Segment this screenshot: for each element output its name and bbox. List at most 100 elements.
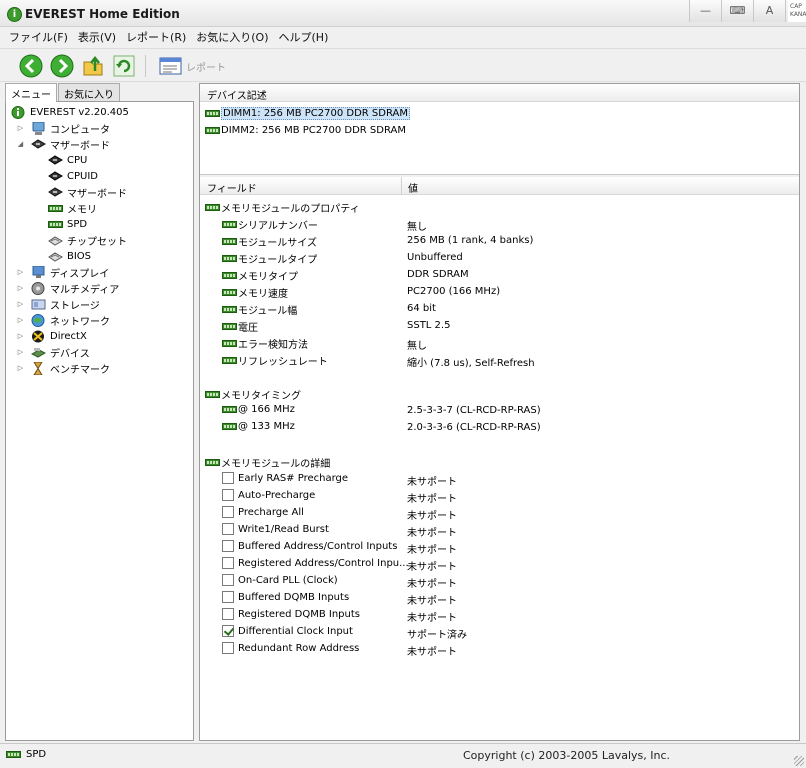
expand-multimedia-icon[interactable]: ▷ (16, 284, 25, 293)
tree-item-benchmark[interactable]: ベンチマーク (31, 360, 110, 376)
checkbox-checked[interactable] (222, 625, 234, 637)
expand-benchmark-icon[interactable]: ▷ (16, 364, 25, 373)
tree-item-display[interactable]: ディスプレイ (31, 264, 109, 280)
everest-logo-icon: i (7, 7, 22, 22)
tree-item-devices[interactable]: デバイス (30, 344, 90, 360)
feature-row[interactable]: Auto-Precharge 未サポート (200, 487, 799, 505)
feature-row[interactable]: Differential Clock Input サポート済み (200, 623, 799, 641)
report-button[interactable] (158, 54, 184, 78)
checkbox[interactable] (222, 574, 234, 586)
expand-devices-icon[interactable]: ▷ (16, 348, 25, 357)
tree-item-computer[interactable]: コンピュータ (31, 120, 110, 136)
feature-row[interactable]: Buffered DQMB Inputs 未サポート (200, 589, 799, 607)
device-column-header[interactable]: デバイス記述 (207, 87, 267, 102)
minimize-button[interactable]: — (690, 0, 722, 22)
field-label: モジュールタイプ (238, 255, 318, 266)
tree-item-label: ネットワーク (50, 316, 110, 328)
tree-item-label: CPU (67, 154, 88, 166)
resize-grip[interactable] (794, 756, 804, 766)
field-label: Early RAS# Precharge (238, 472, 349, 484)
property-row[interactable]: 電圧 SSTL 2.5 (200, 317, 799, 334)
ime-icon[interactable]: A (754, 0, 786, 22)
device-row-dimm1[interactable]: DIMM1: 256 MB PC2700 DDR SDRAM (205, 106, 410, 121)
memory-icon (48, 202, 63, 215)
checkbox[interactable] (222, 642, 234, 654)
feature-row[interactable]: On-Card PLL (Clock) 未サポート (200, 572, 799, 590)
feature-row[interactable]: Redundant Row Address 未サポート (200, 640, 799, 658)
tree-root[interactable]: EVEREST v2.20.405 (11, 104, 129, 120)
property-row[interactable]: メモリ速度 PC2700 (166 MHz) (200, 283, 799, 300)
tree-item-directx[interactable]: DirectX (31, 328, 87, 344)
property-row[interactable]: エラー検知方法 無し (200, 334, 799, 352)
checkbox[interactable] (222, 472, 234, 484)
field-column-header[interactable]: フィールド (207, 180, 257, 195)
navigation-tree: EVEREST v2.20.405 ▷ コンピュータ ◢ マザーボード CPU (5, 101, 194, 741)
checkbox[interactable] (222, 591, 234, 603)
bios-icon (48, 250, 64, 263)
tree-item-cpuid[interactable]: CPUID (48, 168, 98, 184)
value-column-header[interactable]: 値 (408, 180, 418, 195)
tree-item-storage[interactable]: ストレージ (31, 296, 100, 312)
feature-row[interactable]: Buffered Address/Control Inputs 未サポート (200, 538, 799, 556)
tree-item-memory[interactable]: メモリ (48, 200, 97, 216)
back-arrow-icon (19, 54, 43, 78)
feature-row[interactable]: Early RAS# Precharge 未サポート (200, 470, 799, 488)
expand-directx-icon[interactable]: ▷ (16, 332, 25, 341)
feature-row[interactable]: Precharge All 未サポート (200, 504, 799, 522)
tree-item-spd[interactable]: SPD (48, 216, 87, 232)
up-folder-button[interactable] (82, 54, 106, 78)
ime-kana-label: KANA (790, 11, 806, 18)
cpuid-icon (48, 170, 64, 183)
memory-icon (222, 323, 237, 330)
device-row-dimm2[interactable]: DIMM2: 256 MB PC2700 DDR SDRAM (205, 123, 406, 138)
property-row[interactable]: @ 133 MHz 2.0-3-3-6 (CL-RCD-RP-RAS) (200, 419, 799, 436)
tree-item-multimedia[interactable]: マルチメディア (31, 280, 119, 296)
tree-item-motherboard[interactable]: マザーボード (31, 136, 110, 152)
field-label: モジュール幅 (238, 306, 298, 317)
checkbox[interactable] (222, 540, 234, 552)
feature-row[interactable]: Write1/Read Burst 未サポート (200, 521, 799, 539)
tree-item-label: デバイス (50, 348, 90, 360)
feature-row[interactable]: Registered Address/Control Inpu... 未サポート (200, 555, 799, 573)
menu-report[interactable]: レポート(R) (121, 29, 191, 45)
menu-favorites[interactable]: お気に入り(O) (191, 29, 273, 45)
tree-item-motherboard-sub[interactable]: マザーボード (48, 184, 127, 200)
property-row[interactable]: メモリタイプ DDR SDRAM (200, 266, 799, 283)
field-label: Registered DQMB Inputs (238, 608, 360, 620)
property-row[interactable]: リフレッシュレート 縮小 (7.8 us), Self-Refresh (200, 351, 799, 369)
tree-item-bios[interactable]: BIOS (48, 248, 91, 264)
forward-button[interactable] (50, 54, 74, 78)
expand-computer-icon[interactable]: ▷ (16, 124, 25, 133)
menu-help[interactable]: ヘルプ(H) (274, 29, 334, 45)
back-button[interactable] (19, 54, 43, 78)
keyboard-icon[interactable]: ⌨ (722, 0, 754, 22)
expand-display-icon[interactable]: ▷ (16, 268, 25, 277)
collapse-motherboard-icon[interactable]: ◢ (16, 140, 25, 149)
expand-storage-icon[interactable]: ▷ (16, 300, 25, 309)
expand-network-icon[interactable]: ▷ (16, 316, 25, 325)
property-row[interactable]: モジュールタイプ Unbuffered (200, 249, 799, 266)
tab-favorites[interactable]: お気に入り (58, 83, 120, 101)
tree-item-network[interactable]: ネットワーク (31, 312, 110, 328)
checkbox[interactable] (222, 489, 234, 501)
property-row[interactable]: モジュール幅 64 bit (200, 300, 799, 317)
property-row[interactable]: シリアルナンバー 無し (200, 215, 799, 233)
tree-item-label: マザーボード (67, 188, 127, 200)
refresh-button[interactable] (112, 54, 136, 78)
checkbox[interactable] (222, 506, 234, 518)
menu-file[interactable]: ファイル(F) (4, 29, 73, 45)
tree-item-cpu[interactable]: CPU (48, 152, 87, 168)
tree-item-chipset[interactable]: チップセット (48, 232, 127, 248)
property-row[interactable]: モジュールサイズ 256 MB (1 rank, 4 banks) (200, 232, 799, 249)
checkbox[interactable] (222, 523, 234, 535)
feature-row[interactable]: Registered DQMB Inputs 未サポート (200, 606, 799, 624)
menu-view[interactable]: 表示(V) (73, 29, 121, 45)
ime-indicator: CAP KANA (788, 0, 806, 22)
checkbox[interactable] (222, 608, 234, 620)
motherboard-icon (31, 138, 47, 151)
property-row[interactable]: @ 166 MHz 2.5-3-3-7 (CL-RCD-RP-RAS) (200, 402, 799, 419)
checkbox[interactable] (222, 557, 234, 569)
tree-item-label: SPD (67, 218, 88, 230)
tab-menu[interactable]: メニュー (5, 83, 57, 102)
column-separator[interactable] (401, 177, 402, 195)
